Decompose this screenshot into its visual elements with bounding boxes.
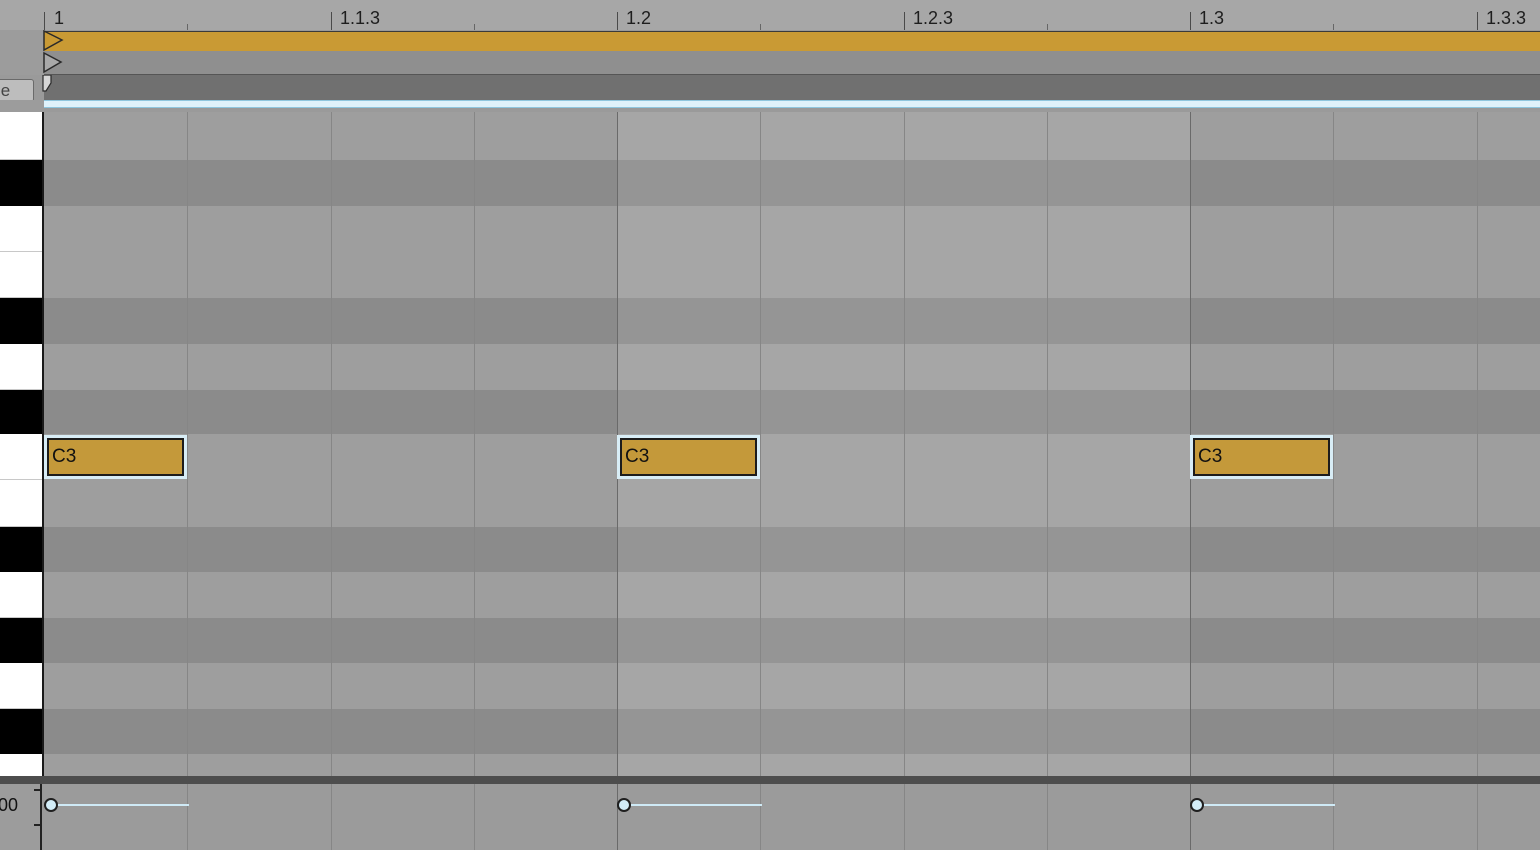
fold-button[interactable]: le xyxy=(0,79,34,102)
piano-keyboard[interactable] xyxy=(0,112,42,777)
velocity-grid-line xyxy=(474,784,475,850)
piano-black-key[interactable] xyxy=(0,160,42,206)
grid-line xyxy=(474,112,475,777)
velocity-handle[interactable] xyxy=(617,798,631,812)
piano-white-key[interactable] xyxy=(0,252,42,298)
piano-white-key[interactable] xyxy=(0,112,42,160)
ruler-tick xyxy=(1190,12,1191,30)
velocity-bar xyxy=(1196,804,1335,806)
velocity-grid-line xyxy=(187,784,188,850)
ruler-label-1-2-3: 1.2.3 xyxy=(913,8,954,28)
ruler-minor-tick xyxy=(474,24,475,30)
velocity-handle[interactable] xyxy=(1190,798,1204,812)
velocity-grid-line xyxy=(331,784,332,850)
piano-black-key[interactable] xyxy=(0,709,42,754)
piano-white-key[interactable] xyxy=(0,663,42,709)
start-marker-icon[interactable] xyxy=(42,51,66,75)
grid-line xyxy=(1333,112,1334,777)
header-left-gutter xyxy=(0,30,44,75)
velocity-lane[interactable] xyxy=(44,784,1540,850)
clip-start-flag-icon[interactable] xyxy=(42,75,54,101)
velocity-handle[interactable] xyxy=(44,798,58,812)
clip-loop-highlight xyxy=(44,100,1540,108)
ruler-minor-tick xyxy=(1333,24,1334,30)
piano-white-key[interactable] xyxy=(0,572,42,618)
grid-line xyxy=(1477,112,1478,777)
loop-brace[interactable] xyxy=(44,31,1540,52)
velocity-grid-line xyxy=(1190,784,1191,850)
piano-black-key[interactable] xyxy=(0,390,42,434)
grid-line xyxy=(760,112,761,777)
piano-white-key[interactable] xyxy=(0,434,42,480)
velocity-bar xyxy=(50,804,189,806)
velocity-grid-line xyxy=(1333,784,1334,850)
piano-black-key[interactable] xyxy=(0,298,42,344)
clip-region-row[interactable] xyxy=(44,75,1540,100)
ruler-label-1-3: 1.3 xyxy=(1199,8,1225,28)
velocity-grid-line xyxy=(904,784,905,850)
midi-note[interactable]: C3 xyxy=(1190,435,1333,479)
velocity-grid-line xyxy=(1047,784,1048,850)
velocity-axis xyxy=(40,784,42,850)
start-marker-row[interactable] xyxy=(44,51,1540,75)
grid-line xyxy=(1047,112,1048,777)
velocity-bar xyxy=(623,804,762,806)
ruler-minor-tick xyxy=(760,24,761,30)
midi-note-label: C3 xyxy=(1193,438,1330,476)
piano-black-key[interactable] xyxy=(0,618,42,663)
velocity-axis-tick xyxy=(34,824,42,826)
piano-white-key[interactable] xyxy=(0,754,42,777)
ruler-tick xyxy=(617,12,618,30)
ruler-label-1-2: 1.2 xyxy=(626,8,652,28)
velocity-grid-line xyxy=(1477,784,1478,850)
piano-black-key[interactable] xyxy=(0,527,42,572)
piano-white-key[interactable] xyxy=(0,206,42,252)
time-ruler[interactable]: 1 1.1.3 1.2 1.2.3 1.3 1.3.3 xyxy=(0,0,1540,30)
ruler-tick xyxy=(1477,12,1478,30)
velocity-axis-tick xyxy=(34,789,42,791)
grid-line xyxy=(331,112,332,777)
ruler-label-1-3-3: 1.3.3 xyxy=(1486,8,1527,28)
grid-line xyxy=(187,112,188,777)
left-gutter xyxy=(0,100,44,112)
ruler-minor-tick xyxy=(187,24,188,30)
ruler-tick xyxy=(904,12,905,30)
ruler-tick xyxy=(44,12,45,30)
ruler-minor-tick xyxy=(1047,24,1048,30)
piano-white-key[interactable] xyxy=(0,480,42,527)
grid-line xyxy=(904,112,905,777)
lane-splitter[interactable] xyxy=(0,776,1540,784)
ruler-label-1: 1 xyxy=(54,8,65,28)
ruler-label-1-1-3: 1.1.3 xyxy=(340,8,381,28)
velocity-grid-line xyxy=(617,784,618,850)
midi-note[interactable]: C3 xyxy=(617,435,760,479)
ruler-tick xyxy=(331,12,332,30)
midi-note-label: C3 xyxy=(620,438,757,476)
velocity-grid-line xyxy=(760,784,761,850)
piano-white-key[interactable] xyxy=(0,344,42,390)
midi-note-label: C3 xyxy=(47,438,184,476)
velocity-max-label: 00 xyxy=(0,795,19,815)
midi-note[interactable]: C3 xyxy=(44,435,187,479)
